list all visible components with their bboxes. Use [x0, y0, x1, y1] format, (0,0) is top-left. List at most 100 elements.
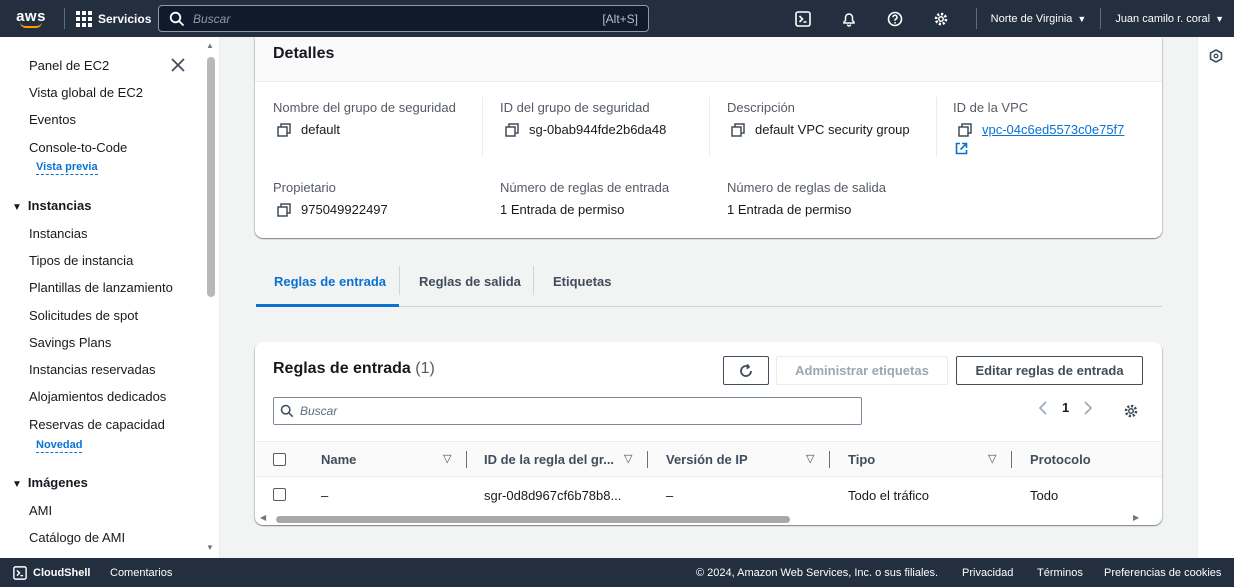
edit-inbound-rules-button[interactable]: Editar reglas de entrada: [956, 356, 1143, 385]
gear-icon: [934, 12, 948, 25]
scroll-left-icon[interactable]: ◀: [260, 513, 266, 522]
vpc-id-link[interactable]: vpc-04c6ed5573c0e75f7: [982, 122, 1124, 137]
notifications-button[interactable]: [826, 0, 872, 37]
search-icon: [169, 11, 185, 26]
user-menu[interactable]: Juan camilo r. coral ▼: [1115, 13, 1224, 25]
sidebar-item-savings-plans[interactable]: Savings Plans: [29, 335, 111, 350]
settings-button[interactable]: [918, 0, 964, 37]
search-icon: [280, 404, 294, 418]
rules-search-input[interactable]: Buscar: [273, 397, 862, 425]
description-label: Descripción: [727, 100, 795, 115]
sort-icon[interactable]: ▽: [988, 452, 996, 465]
help-button[interactable]: [872, 0, 918, 37]
scroll-up-icon[interactable]: ▲: [206, 41, 214, 50]
close-icon[interactable]: [170, 57, 186, 73]
sort-icon[interactable]: ▽: [806, 452, 814, 465]
tab-tags[interactable]: Etiquetas: [553, 274, 612, 289]
region-label: Norte de Virginia: [990, 12, 1073, 25]
table-settings-gear-icon[interactable]: [1123, 403, 1139, 419]
sidebar-section-instances[interactable]: ▼ Instancias: [12, 198, 92, 213]
terminal-icon: [795, 10, 811, 27]
sidebar-item-capacity-reservations[interactable]: Reservas de capacidad: [29, 417, 165, 432]
outbound-count-value: 1 Entrada de permiso: [727, 202, 852, 217]
terms-link[interactable]: Términos: [1037, 567, 1083, 579]
column-resizer[interactable]: [1011, 451, 1012, 468]
sidebar-item-ami-catalog[interactable]: Catálogo de AMI: [29, 530, 125, 545]
select-all-checkbox[interactable]: [273, 453, 286, 466]
caret-down-icon: ▼: [12, 202, 22, 213]
copy-icon[interactable]: [958, 122, 972, 137]
cell-ip-version: –: [666, 488, 674, 503]
sidebar-section-images[interactable]: ▼ Imágenes: [12, 475, 88, 490]
manage-tags-button[interactable]: Administrar etiquetas: [776, 356, 948, 385]
copy-icon[interactable]: [505, 122, 519, 137]
cell-rule-id: sgr-0d8d967cf6b78b8...: [484, 488, 622, 503]
cloudshell-nav-button[interactable]: [780, 0, 826, 37]
terminal-icon: [13, 565, 27, 580]
external-link-icon[interactable]: [955, 142, 968, 155]
copy-icon[interactable]: [277, 202, 291, 217]
region-selector[interactable]: Norte de Virginia ▼: [991, 13, 1087, 25]
refresh-button[interactable]: [723, 356, 769, 385]
scroll-right-icon[interactable]: ▶: [1133, 513, 1139, 522]
scroll-thumb[interactable]: [207, 57, 215, 297]
sidebar-item-instances[interactable]: Instancias: [29, 226, 88, 241]
chevron-right-icon[interactable]: [1083, 400, 1093, 415]
sg-id-value: sg-0bab944fde2b6da48: [505, 122, 666, 137]
info-panel-icon[interactable]: [1209, 49, 1223, 63]
sidebar-item-spot-requests[interactable]: Solicitudes de spot: [29, 308, 138, 323]
page-number[interactable]: 1: [1062, 400, 1069, 415]
sidebar-item-ami[interactable]: AMI: [29, 503, 52, 518]
sidebar-scrollbar[interactable]: ▲ ▼: [205, 37, 215, 558]
table-horizontal-scrollbar[interactable]: ◀ ▶: [256, 513, 1162, 525]
scroll-down-icon[interactable]: ▼: [206, 543, 214, 552]
column-resizer[interactable]: [829, 451, 830, 468]
aws-logo[interactable]: aws: [9, 0, 53, 37]
sidebar-item-dedicated-hosts[interactable]: Alojamientos dedicados: [29, 389, 166, 404]
section-label: Instancias: [27, 198, 92, 213]
column-header-protocol[interactable]: Protocolo: [1030, 452, 1091, 467]
feedback-link[interactable]: Comentarios: [110, 567, 172, 579]
sort-icon[interactable]: ▽: [624, 452, 632, 465]
table-row[interactable]: – sgr-0d8d967cf6b78b8... – Todo el tráfi…: [255, 477, 1162, 512]
cookie-preferences-link[interactable]: Preferencias de cookies: [1104, 567, 1221, 579]
sidebar-item-ec2-dashboard[interactable]: Panel de EC2: [29, 58, 109, 73]
column-resizer[interactable]: [647, 451, 648, 468]
right-utility-rail: [1197, 37, 1234, 558]
copy-icon[interactable]: [731, 122, 745, 137]
section-label: Imágenes: [27, 475, 88, 490]
sidebar-item-global-view[interactable]: Vista global de EC2: [29, 85, 143, 100]
column-resizer[interactable]: [466, 451, 467, 468]
inbound-rules-panel: Reglas de entrada (1) Administrar etique…: [255, 342, 1162, 525]
column-header-type[interactable]: Tipo: [848, 452, 875, 467]
tab-inbound-rules[interactable]: Reglas de entrada: [274, 274, 386, 289]
cloudshell-label: CloudShell: [33, 566, 91, 579]
column-divider: [936, 97, 937, 157]
sort-icon[interactable]: ▽: [443, 452, 451, 465]
column-divider: [482, 97, 483, 157]
chevron-left-icon[interactable]: [1038, 400, 1048, 415]
sidebar-item-launch-templates[interactable]: Plantillas de lanzamiento: [29, 280, 173, 295]
nav-right-group: Norte de Virginia ▼ Juan camilo r. coral ▼: [962, 0, 1224, 37]
sidebar-item-console-to-code[interactable]: Console-to-Code: [29, 140, 127, 155]
column-header-ip-version[interactable]: Versión de IP: [666, 452, 748, 467]
sidebar-item-reserved-instances[interactable]: Instancias reservadas: [29, 362, 155, 377]
caret-down-icon: ▼: [1077, 13, 1087, 24]
global-search-input[interactable]: Buscar [Alt+S]: [158, 5, 649, 32]
row-checkbox[interactable]: [273, 488, 286, 501]
inbound-count-label: Número de reglas de entrada: [500, 180, 670, 195]
cloudshell-footer-button[interactable]: CloudShell: [13, 565, 91, 580]
user-label: Juan camilo r. coral: [1115, 12, 1211, 25]
column-header-name[interactable]: Name: [321, 452, 356, 467]
services-menu-button[interactable]: Servicios: [76, 10, 151, 27]
scroll-thumb[interactable]: [276, 516, 790, 523]
copy-icon[interactable]: [277, 122, 291, 137]
privacy-link[interactable]: Privacidad: [962, 567, 1013, 579]
nav-icon-group: [780, 0, 964, 37]
sidebar-item-instance-types[interactable]: Tipos de instancia: [29, 253, 133, 268]
refresh-icon: [740, 363, 752, 377]
pagination: 1: [1038, 400, 1093, 415]
sidebar-item-events[interactable]: Eventos: [29, 112, 76, 127]
tab-outbound-rules[interactable]: Reglas de salida: [419, 274, 521, 289]
column-header-rule-id[interactable]: ID de la regla del gr...: [484, 452, 614, 467]
